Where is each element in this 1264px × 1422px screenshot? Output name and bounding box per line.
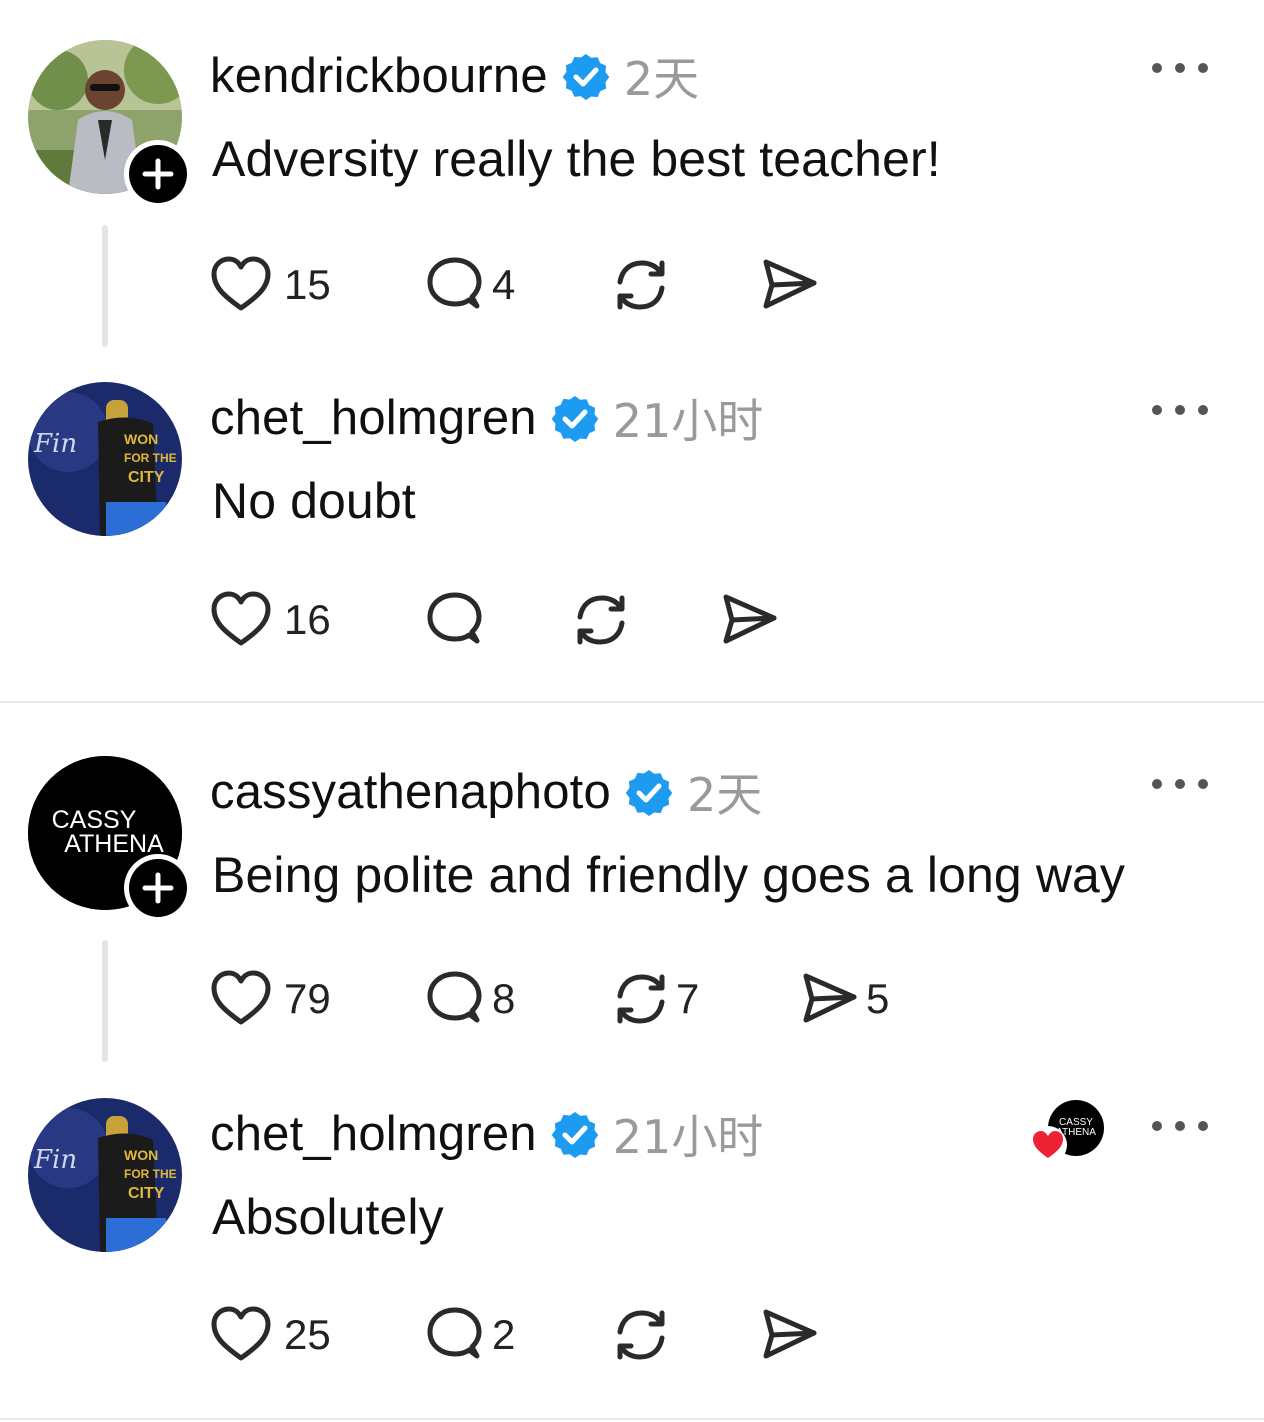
follow-button[interactable] [124,140,192,208]
share-button[interactable] [716,585,782,655]
like-button[interactable]: 79 [208,964,331,1034]
comment-bubble-icon [422,587,488,653]
timestamp: 21小时 [612,394,764,448]
repost-icon [608,966,674,1032]
post-text: Absolutely [212,1189,444,1245]
comment-bubble-icon [422,252,488,318]
svg-text:WON: WON [124,431,158,447]
svg-text:FOR THE: FOR THE [124,451,177,465]
comment-count: 4 [492,261,516,308]
like-count: 79 [284,975,331,1022]
post-header: cassyathenaphoto 2天 [210,762,762,822]
post-text: Being polite and friendly goes a long wa… [212,847,1126,903]
plus-icon [129,859,187,917]
thread-divider [0,1418,1264,1420]
comment-count: 2 [492,1311,516,1358]
share-count: 5 [866,975,890,1022]
repost-button[interactable] [568,585,634,655]
share-button[interactable] [756,250,822,320]
post-header: kendrickbourne 2天 [210,46,699,106]
timestamp: 2天 [623,52,700,106]
avatar[interactable]: Fin WON FOR THE CITY [28,1098,182,1252]
heart-icon [208,587,274,653]
comment-button[interactable]: 8 [422,964,515,1034]
svg-text:Fin: Fin [33,429,77,459]
repost-count: 7 [676,975,700,1022]
svg-text:WON: WON [124,1147,158,1163]
username[interactable]: chet_holmgren [210,1106,537,1162]
repost-icon [608,1302,674,1368]
username[interactable]: cassyathenaphoto [210,764,611,820]
heart-icon [208,966,274,1032]
reply-chet-holmgren: Fin WON FOR THE CITY chet_holmgren 21小时 … [0,360,1264,700]
like-button[interactable]: 25 [208,1300,331,1370]
more-options-button[interactable] [1152,772,1208,796]
heart-icon [208,1302,274,1368]
comment-button[interactable]: 4 [422,250,515,320]
svg-text:Fin: Fin [33,1145,77,1175]
svg-text:CITY: CITY [128,1185,165,1202]
follow-button[interactable] [124,854,192,922]
thread-line [102,225,108,347]
share-button[interactable] [756,1300,822,1370]
more-options-button[interactable] [1152,398,1208,422]
avatar[interactable]: Fin WON FOR THE CITY [28,382,182,536]
comment-count: 8 [492,975,516,1022]
send-icon [796,966,862,1032]
verified-badge-icon [551,1110,599,1158]
thread-line [102,940,108,1062]
heart-icon [208,252,274,318]
thread-divider [0,701,1264,703]
like-count: 15 [284,261,331,308]
repost-button[interactable] [608,250,674,320]
like-button[interactable]: 15 [208,250,331,320]
share-button[interactable]: 5 [796,964,889,1034]
repost-button[interactable]: 7 [608,964,699,1034]
timestamp: 2天 [686,768,763,822]
plus-icon [129,145,187,203]
send-icon [716,587,782,653]
heart-icon [1029,1126,1067,1164]
timestamp: 21小时 [612,1110,764,1164]
post-text: Adversity really the best teacher! [212,131,941,187]
post-kendrickbourne: kendrickbourne 2天 Adversity really the b… [0,0,1264,360]
post-header: chet_holmgren 21小时 [210,388,763,448]
repost-icon [608,252,674,318]
repost-button[interactable] [608,1300,674,1370]
send-icon [756,252,822,318]
svg-text:FOR THE: FOR THE [124,1167,177,1181]
post-cassyathenaphoto: CASSY ATHENA cassyathenaphoto 2天 Being p… [0,704,1264,1084]
send-icon [756,1302,822,1368]
avatar-text: ATHENA [64,830,164,858]
username[interactable]: chet_holmgren [210,390,537,446]
more-options-button[interactable] [1152,56,1208,80]
verified-badge-icon [562,52,610,100]
comment-bubble-icon [422,1302,488,1368]
post-header: chet_holmgren 21小时 [210,1104,763,1164]
verified-badge-icon [551,394,599,442]
more-options-button[interactable] [1152,1114,1208,1138]
post-text: No doubt [212,473,416,529]
comment-bubble-icon [422,966,488,1032]
verified-badge-icon [625,768,673,816]
like-count: 25 [284,1311,331,1358]
username[interactable]: kendrickbourne [210,48,548,104]
repost-icon [568,587,634,653]
comment-button[interactable]: 2 [422,1300,515,1370]
svg-text:CITY: CITY [128,469,165,486]
like-button[interactable]: 16 [208,585,331,655]
comment-button[interactable] [422,585,488,655]
like-count: 16 [284,596,331,643]
